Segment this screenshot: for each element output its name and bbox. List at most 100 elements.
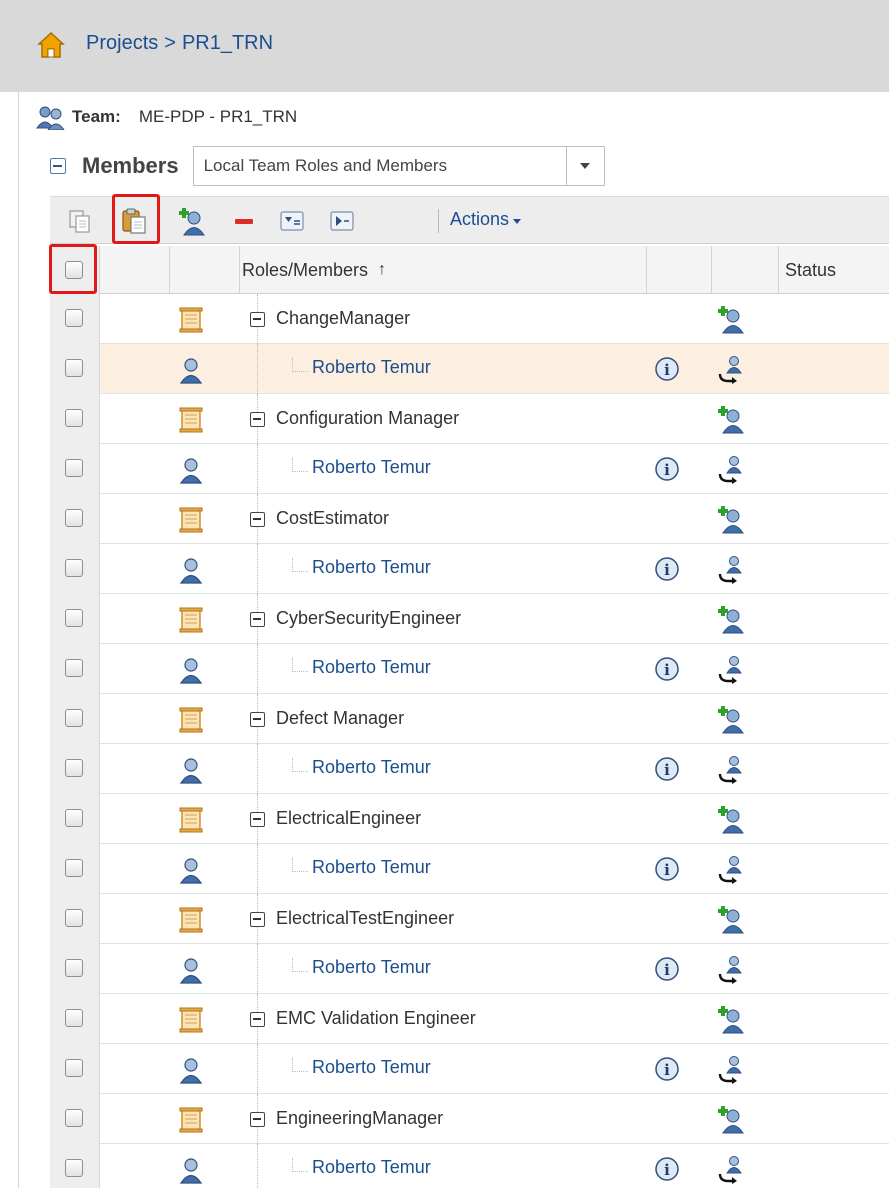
row-checkbox[interactable]: [65, 1159, 83, 1177]
select-all-checkbox[interactable]: [65, 261, 83, 279]
role-collapse-button[interactable]: [250, 812, 265, 827]
chevron-down-icon[interactable]: [565, 147, 604, 185]
header-status[interactable]: Status: [779, 246, 889, 294]
row-checkbox[interactable]: [65, 809, 83, 827]
member-row[interactable]: Roberto Temur i: [50, 644, 889, 694]
add-member-icon[interactable]: [716, 404, 746, 434]
replace-member-icon[interactable]: [716, 754, 746, 784]
info-icon[interactable]: i: [654, 356, 680, 382]
breadcrumb-current[interactable]: PR1_TRN: [182, 32, 273, 55]
row-checkbox[interactable]: [65, 1059, 83, 1077]
role-row[interactable]: Configuration Manager: [50, 394, 889, 444]
row-checkbox[interactable]: [65, 559, 83, 577]
row-checkbox[interactable]: [65, 909, 83, 927]
info-icon[interactable]: i: [654, 1056, 680, 1082]
add-member-icon[interactable]: [716, 704, 746, 734]
role-icon: [179, 707, 203, 733]
replace-member-icon[interactable]: [716, 1054, 746, 1084]
row-checkbox[interactable]: [65, 959, 83, 977]
row-checkbox[interactable]: [65, 1109, 83, 1127]
role-collapse-button[interactable]: [250, 1012, 265, 1027]
member-row[interactable]: Roberto Temur i: [50, 1044, 889, 1094]
breadcrumb-projects[interactable]: Projects: [86, 32, 158, 55]
info-icon[interactable]: i: [654, 556, 680, 582]
member-name-link[interactable]: Roberto Temur: [312, 457, 431, 478]
member-row[interactable]: Roberto Temur i: [50, 544, 889, 594]
add-member-button[interactable]: [176, 205, 208, 237]
remove-button[interactable]: [228, 205, 260, 237]
member-name-link[interactable]: Roberto Temur: [312, 357, 431, 378]
add-member-icon[interactable]: [716, 1004, 746, 1034]
role-row[interactable]: ElectricalEngineer: [50, 794, 889, 844]
actions-menu[interactable]: Actions: [450, 209, 521, 230]
role-row[interactable]: CostEstimator: [50, 494, 889, 544]
members-collapse-button[interactable]: [50, 158, 66, 174]
role-collapse-button[interactable]: [250, 712, 265, 727]
member-row[interactable]: Roberto Temur i: [50, 344, 889, 394]
role-name: CyberSecurityEngineer: [276, 608, 462, 628]
add-member-icon[interactable]: [716, 904, 746, 934]
member-name-link[interactable]: Roberto Temur: [312, 1157, 431, 1178]
member-name-link[interactable]: Roberto Temur: [312, 757, 431, 778]
role-row[interactable]: Defect Manager: [50, 694, 889, 744]
replace-member-icon[interactable]: [716, 1154, 746, 1184]
info-icon[interactable]: i: [654, 856, 680, 882]
replace-member-icon[interactable]: [716, 854, 746, 884]
row-checkbox[interactable]: [65, 459, 83, 477]
role-row[interactable]: EngineeringManager: [50, 1094, 889, 1144]
role-row[interactable]: EMC Validation Engineer: [50, 994, 889, 1044]
row-checkbox[interactable]: [65, 659, 83, 677]
info-icon[interactable]: i: [654, 956, 680, 982]
row-checkbox[interactable]: [65, 309, 83, 327]
member-name-link[interactable]: Roberto Temur: [312, 1057, 431, 1078]
members-view-select[interactable]: Local Team Roles and Members: [192, 146, 605, 186]
member-name-link[interactable]: Roberto Temur: [312, 857, 431, 878]
role-collapse-button[interactable]: [250, 912, 265, 927]
info-icon[interactable]: i: [654, 1156, 680, 1182]
row-checkbox[interactable]: [65, 409, 83, 427]
role-collapse-button[interactable]: [250, 512, 265, 527]
row-checkbox[interactable]: [65, 1009, 83, 1027]
replace-member-icon[interactable]: [716, 454, 746, 484]
add-member-icon[interactable]: [716, 604, 746, 634]
info-icon[interactable]: i: [654, 656, 680, 682]
role-row[interactable]: ElectricalTestEngineer: [50, 894, 889, 944]
member-row[interactable]: Roberto Temur i: [50, 844, 889, 894]
row-checkbox[interactable]: [65, 859, 83, 877]
member-name-link[interactable]: Roberto Temur: [312, 557, 431, 578]
role-collapse-button[interactable]: [250, 612, 265, 627]
replace-member-icon[interactable]: [716, 654, 746, 684]
add-member-icon[interactable]: [716, 804, 746, 834]
add-member-icon[interactable]: [716, 1104, 746, 1134]
add-member-icon[interactable]: [716, 504, 746, 534]
member-row[interactable]: Roberto Temur i: [50, 1144, 889, 1188]
row-checkbox[interactable]: [65, 709, 83, 727]
replace-member-icon[interactable]: [716, 354, 746, 384]
member-name-link[interactable]: Roberto Temur: [312, 957, 431, 978]
home-icon[interactable]: [36, 30, 66, 60]
member-row[interactable]: Roberto Temur i: [50, 744, 889, 794]
member-name-link[interactable]: Roberto Temur: [312, 657, 431, 678]
header-roles-members[interactable]: Roles/Members ↑: [240, 246, 647, 294]
row-checkbox[interactable]: [65, 359, 83, 377]
member-row[interactable]: Roberto Temur i: [50, 944, 889, 994]
info-icon[interactable]: i: [654, 756, 680, 782]
filter-button[interactable]: [276, 205, 308, 237]
role-collapse-button[interactable]: [250, 312, 265, 327]
paste-button[interactable]: [118, 205, 150, 237]
member-row[interactable]: Roberto Temur i: [50, 444, 889, 494]
info-icon[interactable]: i: [654, 456, 680, 482]
role-row[interactable]: ChangeManager: [50, 294, 889, 344]
expand-button[interactable]: [326, 205, 358, 237]
role-collapse-button[interactable]: [250, 1112, 265, 1127]
role-icon: [179, 507, 203, 533]
copy-button[interactable]: [64, 205, 96, 237]
add-member-icon[interactable]: [716, 304, 746, 334]
role-collapse-button[interactable]: [250, 412, 265, 427]
role-row[interactable]: CyberSecurityEngineer: [50, 594, 889, 644]
replace-member-icon[interactable]: [716, 954, 746, 984]
replace-member-icon[interactable]: [716, 554, 746, 584]
row-checkbox[interactable]: [65, 609, 83, 627]
row-checkbox[interactable]: [65, 759, 83, 777]
row-checkbox[interactable]: [65, 509, 83, 527]
